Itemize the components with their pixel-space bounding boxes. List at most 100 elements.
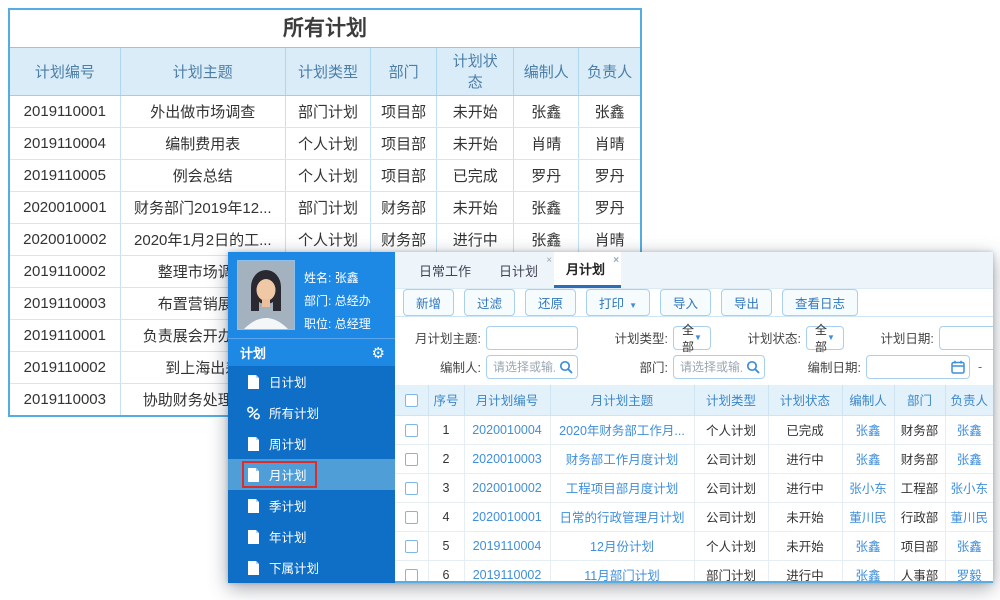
compiler-link[interactable]: 张鑫 <box>842 560 895 581</box>
sidebar-item-subordinate-plan[interactable]: 下属计划 <box>228 552 395 583</box>
col-compiler: 编制人 <box>842 385 895 416</box>
col-status: 计划状态 <box>436 48 515 96</box>
plan-subject-link[interactable]: 11月部门计划 <box>550 560 695 581</box>
search-icon[interactable] <box>746 360 760 374</box>
close-icon[interactable]: × <box>546 256 552 266</box>
gear-icon[interactable]: ⚙ <box>372 344 385 362</box>
owner-link[interactable]: 张小东 <box>945 473 993 503</box>
close-icon[interactable]: × <box>613 256 619 266</box>
header-checkbox-cell <box>395 385 429 416</box>
table-row: 3 2020010002 工程项目部月度计划 公司计划 进行中 张小东 工程部 … <box>395 473 993 503</box>
plan-subject-link[interactable]: 财务部工作月度计划 <box>550 444 695 474</box>
compiler-label: 编制人: <box>440 361 481 375</box>
owner-link[interactable]: 张鑫 <box>945 531 993 561</box>
sidebar-item-day-plan[interactable]: 日计划 <box>228 366 395 397</box>
select-all-checkbox[interactable] <box>404 393 418 407</box>
col-compiler: 编制人 <box>513 48 580 96</box>
chevron-down-icon: ▼ <box>629 301 637 310</box>
plan-subject-link[interactable]: 日常的行政管理月计划 <box>550 502 695 532</box>
calendar-icon[interactable] <box>951 360 965 374</box>
main-pane: 日常工作 日计划 × 月计划 × 新增 过滤 还原 打印 ▼ 导入 导出 查看日志 月… <box>395 252 993 583</box>
compiler-link[interactable]: 张鑫 <box>842 415 895 445</box>
toolbar: 新增 过滤 还原 打印 ▼ 导入 导出 查看日志 <box>395 289 993 316</box>
row-checkbox[interactable] <box>404 510 418 524</box>
print-button[interactable]: 打印 ▼ <box>586 289 650 316</box>
export-button[interactable]: 导出 <box>721 289 773 316</box>
plan-subject-link[interactable]: 工程项目部月度计划 <box>550 473 695 503</box>
sidebar-item-year-plan[interactable]: 年计划 <box>228 521 395 552</box>
plan-date-label: 计划日期: <box>880 332 934 346</box>
col-plan-type: 计划类型 <box>694 385 769 416</box>
table-row: 5 2019110004 12月份计划 个人计划 未开始 张鑫 项目部 张鑫 <box>395 531 993 561</box>
document-icon <box>248 560 259 575</box>
view-log-button[interactable]: 查看日志 <box>782 289 859 316</box>
type-select[interactable]: 全部 ▼ <box>673 323 711 354</box>
profile-dept: 部门: 总经办 <box>304 294 371 308</box>
tab-month-plan[interactable]: 月计划 × <box>554 252 622 288</box>
section-label: 计划 <box>240 346 267 361</box>
profile-name: 姓名: 张鑫 <box>304 271 359 285</box>
import-button[interactable]: 导入 <box>659 289 711 316</box>
search-icon[interactable] <box>559 360 573 374</box>
col-plan-code: 月计划编号 <box>464 385 551 416</box>
date-range-separator: - <box>978 359 983 374</box>
row-checkbox[interactable] <box>404 539 418 553</box>
document-icon <box>248 436 259 451</box>
sidebar-item-all-plans[interactable]: 所有计划 <box>228 397 395 428</box>
owner-link[interactable]: 董川民 <box>945 502 993 532</box>
compiler-link[interactable]: 张鑫 <box>842 531 895 561</box>
row-checkbox[interactable] <box>404 568 418 581</box>
table-row: 2020010002 2020年1月2日的工... 个人计划 财务部 进行中 张鑫 肖晴 <box>10 223 640 256</box>
owner-link[interactable]: 张鑫 <box>945 415 993 445</box>
table-row: 2019110004 编制费用表 个人计划 项目部 未开始 肖晴 肖晴 <box>10 127 640 160</box>
reset-button[interactable]: 还原 <box>525 289 577 316</box>
plan-subject-link[interactable]: 2020年财务部工作月... <box>550 415 695 445</box>
col-plan-no: 计划编号 <box>10 48 121 96</box>
tab-bar: 日常工作 日计划 × 月计划 × <box>395 252 993 289</box>
col-owner: 负责人 <box>945 385 993 416</box>
plan-date-input[interactable] <box>938 325 993 350</box>
plan-code-link[interactable]: 2020010002 <box>464 473 551 503</box>
compile-date-label: 编制日期: <box>807 361 861 375</box>
plan-code-link[interactable]: 2020010001 <box>464 502 551 532</box>
status-select[interactable]: 全部 ▼ <box>805 323 844 354</box>
dept-field <box>673 354 765 379</box>
filter-button[interactable]: 过滤 <box>464 289 516 316</box>
tab-daily-work[interactable]: 日常工作 <box>407 252 487 288</box>
compile-date-from-field <box>866 354 970 379</box>
sidebar-item-quarter-plan[interactable]: 季计划 <box>228 490 395 521</box>
plan-code-link[interactable]: 2020010003 <box>464 444 551 474</box>
sidebar-section-plan: 计划 ⚙ <box>228 338 395 366</box>
avatar <box>237 260 295 330</box>
add-button[interactable]: 新增 <box>403 289 455 316</box>
col-subject: 计划主题 <box>120 48 286 96</box>
compiler-link[interactable]: 张小东 <box>842 473 895 503</box>
owner-link[interactable]: 张鑫 <box>945 444 993 474</box>
sidebar: 姓名: 张鑫 部门: 总经办 职位: 总经理 计划 ⚙ 日计划 所有计划 周计划 <box>228 252 395 583</box>
plan-code-link[interactable]: 2020010004 <box>464 415 551 445</box>
plan-code-link[interactable]: 2019110002 <box>464 560 551 581</box>
plan-manager-window: 姓名: 张鑫 部门: 总经办 职位: 总经理 计划 ⚙ 日计划 所有计划 周计划 <box>228 252 993 583</box>
chevron-down-icon: ▼ <box>826 333 835 342</box>
tab-day-plan[interactable]: 日计划 × <box>487 252 554 288</box>
filter-row-2: 编制人: 部门: 编制日期: - <box>395 352 993 381</box>
row-checkbox[interactable] <box>404 452 418 466</box>
filter-panel: 月计划主题: 计划类型: 全部 ▼ 计划状态: 全部 ▼ 计划日期: 编制人: … <box>395 317 993 385</box>
subject-input[interactable] <box>486 325 578 350</box>
sidebar-item-month-plan[interactable]: 月计划 <box>228 459 395 490</box>
plan-subject-link[interactable]: 12月份计划 <box>550 531 695 561</box>
compiler-link[interactable]: 张鑫 <box>842 444 895 474</box>
col-plan-status: 计划状态 <box>768 385 843 416</box>
profile-title: 职位: 总经理 <box>304 317 371 331</box>
sidebar-item-week-plan[interactable]: 周计划 <box>228 428 395 459</box>
compiler-link[interactable]: 董川民 <box>842 502 895 532</box>
annotation-red-box: 月计划 <box>242 461 317 488</box>
document-icon <box>248 467 259 482</box>
table-row: 2019110001 外出做市场调查 部门计划 项目部 未开始 张鑫 张鑫 <box>10 95 640 128</box>
row-checkbox[interactable] <box>404 423 418 437</box>
report-header-row: 计划编号 计划主题 计划类型 部门 计划状态 编制人 负责人 <box>10 48 640 96</box>
owner-link[interactable]: 罗毅 <box>945 560 993 581</box>
row-checkbox[interactable] <box>404 481 418 495</box>
plan-code-link[interactable]: 2019110004 <box>464 531 551 561</box>
document-icon <box>248 498 259 513</box>
